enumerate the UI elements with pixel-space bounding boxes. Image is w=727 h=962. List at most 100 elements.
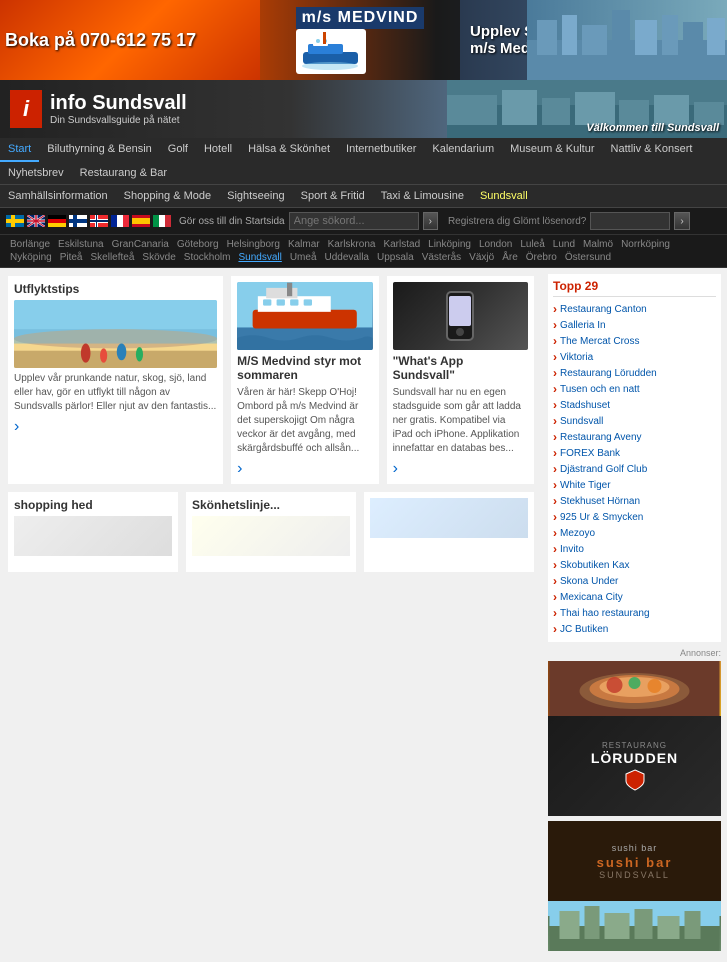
- tipp-item-1[interactable]: Restaurang Canton: [553, 301, 716, 317]
- tipp-item-19[interactable]: Mexicana City: [553, 589, 716, 605]
- medvind-more[interactable]: ›: [237, 460, 372, 478]
- tipp-item-12[interactable]: White Tiger: [553, 477, 716, 493]
- nav-golf[interactable]: Golf: [160, 138, 196, 162]
- flag-it[interactable]: [153, 215, 171, 227]
- flag-fi[interactable]: [69, 215, 87, 227]
- nav-start[interactable]: Start: [0, 138, 39, 162]
- tipp-item-3[interactable]: The Mercat Cross: [553, 333, 716, 349]
- phone-button: [456, 328, 464, 336]
- city-kalmar[interactable]: Kalmar: [284, 238, 324, 251]
- nav-restaurang[interactable]: Restaurang & Bar: [72, 162, 175, 184]
- content-wrapper: Utflyktstips: [0, 268, 727, 962]
- city-goteborg[interactable]: Göteborg: [173, 238, 223, 251]
- tipp-item-17[interactable]: Skobutiken Kax: [553, 557, 716, 573]
- city-pitea[interactable]: Piteå: [56, 251, 87, 264]
- nav-halsa[interactable]: Hälsa & Skönhet: [240, 138, 338, 162]
- tipp-item-6[interactable]: Tusen och en natt: [553, 381, 716, 397]
- flag-uk[interactable]: [27, 215, 45, 227]
- nav-samhalle[interactable]: Samhällsinformation: [0, 185, 116, 207]
- tipp-item-4[interactable]: Viktoria: [553, 349, 716, 365]
- search-input[interactable]: [289, 212, 419, 230]
- city-linkoping[interactable]: Linköping: [424, 238, 475, 251]
- nav-nattliv[interactable]: Nattliv & Konsert: [603, 138, 701, 162]
- ad-sushi-box[interactable]: sushi bar sushi bar SUNDSVALL: [548, 821, 721, 951]
- search-button[interactable]: ›: [423, 212, 438, 230]
- tipp-item-21[interactable]: JC Butiken: [553, 621, 716, 637]
- flag-sweden[interactable]: [6, 215, 24, 227]
- city-helsingborg[interactable]: Helsingborg: [223, 238, 284, 251]
- flag-icons: [6, 215, 171, 227]
- article-shopping: shopping hed: [8, 492, 178, 572]
- city-norrkoping[interactable]: Norrköping: [617, 238, 674, 251]
- tipp-item-9[interactable]: Restaurang Aveny: [553, 429, 716, 445]
- tipp-item-8[interactable]: Sundsvall: [553, 413, 716, 429]
- tipp-item-16[interactable]: Invito: [553, 541, 716, 557]
- city-london[interactable]: London: [475, 238, 516, 251]
- city-skelleftea[interactable]: Skellefteå: [87, 251, 139, 264]
- info-logo[interactable]: i info Sundsvall Din Sundsvallsguide på …: [10, 90, 187, 128]
- go-start-text[interactable]: Gör oss till din Startsida: [179, 216, 285, 227]
- nav-taxi[interactable]: Taxi & Limousine: [373, 185, 472, 207]
- tipp-item-11[interactable]: Djästrand Golf Club: [553, 461, 716, 477]
- article-skonspa: Skönhetslinje...: [186, 492, 356, 572]
- tipp-item-15[interactable]: Mezoyo: [553, 525, 716, 541]
- nav-museum[interactable]: Museum & Kultur: [502, 138, 602, 162]
- tipp-item-2[interactable]: Galleria In: [553, 317, 716, 333]
- city-eskilstuna[interactable]: Eskilstuna: [54, 238, 108, 251]
- nav-sightseeing[interactable]: Sightseeing: [219, 185, 293, 207]
- city-lund[interactable]: Lund: [549, 238, 579, 251]
- cityscape-image: Välkommen till Sundsvall: [527, 0, 727, 80]
- nav-shopping[interactable]: Shopping & Mode: [116, 185, 219, 207]
- tipp-item-10[interactable]: FOREX Bank: [553, 445, 716, 461]
- city-are[interactable]: Åre: [498, 251, 522, 264]
- city-sundsvall[interactable]: Sundsvall: [234, 251, 285, 264]
- city-ostersund[interactable]: Östersund: [561, 251, 615, 264]
- nav-sport[interactable]: Sport & Fritid: [293, 185, 373, 207]
- city-vasteras[interactable]: Västerås: [418, 251, 465, 264]
- tipp-item-7[interactable]: Stadshuset: [553, 397, 716, 413]
- nav-sundsvall[interactable]: Sundsvall: [472, 185, 536, 207]
- tipp-item-13[interactable]: Stekhuset Hörnan: [553, 493, 716, 509]
- nav-nyhetsbrev[interactable]: Nyhetsbrev: [0, 162, 72, 184]
- main-nav: Start Biluthyrning & Bensin Golf Hotell …: [0, 138, 727, 208]
- header-banner: Boka på 070-612 75 17 m/s MEDVIND Upplev…: [0, 0, 727, 80]
- city-vaxjo[interactable]: Växjö: [465, 251, 498, 264]
- nav-row-1: Start Biluthyrning & Bensin Golf Hotell …: [0, 138, 727, 185]
- nav-kalendarium[interactable]: Kalendarium: [424, 138, 502, 162]
- nav-biluthyrning[interactable]: Biluthyrning & Bensin: [39, 138, 160, 162]
- register-link[interactable]: Registrera dig Glömt lösenord?: [448, 216, 586, 227]
- flag-no[interactable]: [90, 215, 108, 227]
- city-stockholm[interactable]: Stockholm: [180, 251, 235, 264]
- flag-de[interactable]: [48, 215, 66, 227]
- city-malmo[interactable]: Malmö: [579, 238, 617, 251]
- phone-shape: [446, 291, 474, 341]
- ad-lorudden-box[interactable]: RESTAURANG LÖRUDDEN: [548, 661, 721, 816]
- tipp-item-14[interactable]: 925 Ur & Smycken: [553, 509, 716, 525]
- city-nykoping[interactable]: Nyköping: [6, 251, 56, 264]
- tipp-item-20[interactable]: Thai hao restaurang: [553, 605, 716, 621]
- city-karlskrona[interactable]: Karlskrona: [324, 238, 380, 251]
- tipp-item-5[interactable]: Restaurang Lörudden: [553, 365, 716, 381]
- city-uddevalla[interactable]: Uddevalla: [321, 251, 373, 264]
- city-orebro[interactable]: Örebro: [522, 251, 561, 264]
- city-uppsala[interactable]: Uppsala: [373, 251, 418, 264]
- city-skovde[interactable]: Skövde: [138, 251, 179, 264]
- nav-internet[interactable]: Internetbutiker: [338, 138, 424, 162]
- cities-nav: Borlänge Eskilstuna GranCanaria Göteborg…: [0, 235, 727, 268]
- flag-es[interactable]: [132, 215, 150, 227]
- phone-number[interactable]: Boka på 070-612 75 17: [5, 30, 196, 51]
- whatsapp-more[interactable]: ›: [393, 460, 528, 478]
- city-lulea[interactable]: Luleå: [516, 238, 548, 251]
- city-borlange[interactable]: Borlänge: [6, 238, 54, 251]
- medvind-logo[interactable]: m/s MEDVIND: [296, 7, 425, 74]
- city-grancanaria[interactable]: GranCanaria: [108, 238, 173, 251]
- password-input[interactable]: [590, 212, 670, 230]
- tipp-item-18[interactable]: Skona Under: [553, 573, 716, 589]
- password-submit[interactable]: ›: [674, 212, 689, 230]
- utflyktstips-more[interactable]: ›: [14, 418, 217, 436]
- city-karlstad[interactable]: Karlstad: [379, 238, 424, 251]
- whatsapp-title: "What's App Sundsvall": [393, 354, 528, 382]
- city-umea[interactable]: Umeå: [286, 251, 321, 264]
- nav-hotell[interactable]: Hotell: [196, 138, 240, 162]
- flag-fr[interactable]: [111, 215, 129, 227]
